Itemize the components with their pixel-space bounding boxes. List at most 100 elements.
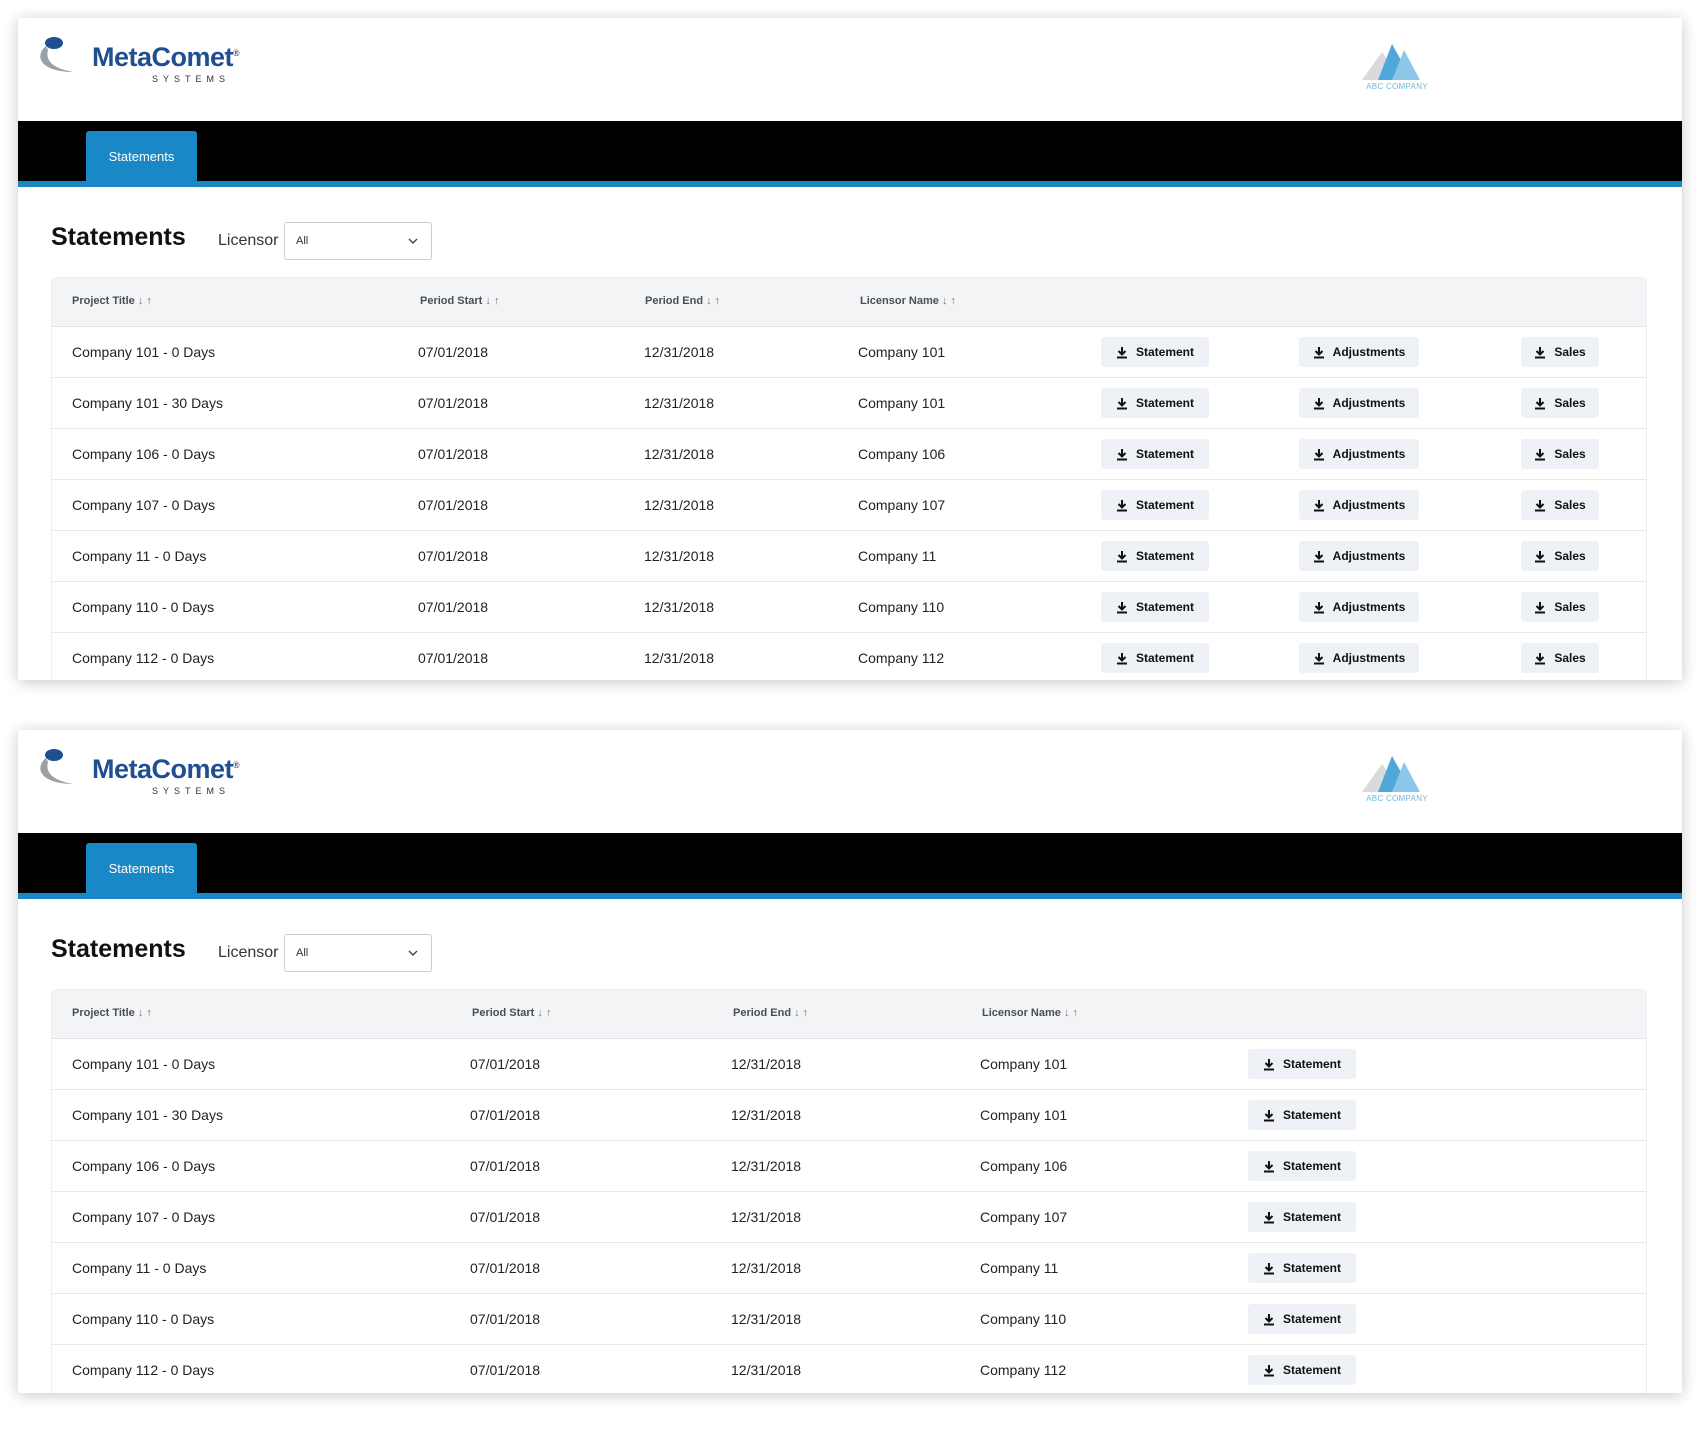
cell-period-end: 12/31/2018 <box>644 650 715 666</box>
cell-licensor-name: Company 11 <box>980 1260 1059 1276</box>
download-statement-button[interactable]: Statement <box>1101 592 1209 622</box>
sort-icon[interactable]: ↓ ↑ <box>537 1007 551 1019</box>
licensor-select[interactable]: All <box>284 934 432 972</box>
cell-period-end: 12/31/2018 <box>731 1107 802 1123</box>
download-statement-button[interactable]: Statement <box>1248 1202 1356 1232</box>
button-label: Statement <box>1282 1057 1341 1071</box>
button-label: Sales <box>1554 549 1586 563</box>
download-sales-button[interactable]: Sales <box>1521 643 1599 673</box>
brand-subtitle: SYSTEMS <box>152 786 231 796</box>
button-label: Statement <box>1282 1312 1341 1326</box>
download-statement-button[interactable]: Statement <box>1101 643 1209 673</box>
col-period-end[interactable]: Period End ↓ ↑ <box>645 295 720 307</box>
col-licensor-name[interactable]: Licensor Name ↓ ↑ <box>982 1007 1078 1019</box>
col-period-end[interactable]: Period End ↓ ↑ <box>733 1007 808 1019</box>
download-sales-button[interactable]: Sales <box>1521 439 1599 469</box>
download-statement-button[interactable]: Statement <box>1101 337 1209 367</box>
cell-licensor-name: Company 112 <box>858 650 945 666</box>
download-statement-button[interactable]: Statement <box>1101 439 1209 469</box>
table-row: Company 101 - 30 Days 07/01/2018 12/31/201… <box>52 378 1646 429</box>
download-icon <box>1534 397 1546 410</box>
sort-icon[interactable]: ↓ ↑ <box>138 1007 152 1019</box>
page-title: Statements <box>51 223 186 251</box>
download-icon <box>1263 1364 1274 1376</box>
col-project-title[interactable]: Project Title ↓ ↑ <box>72 295 152 307</box>
download-sales-button[interactable]: Sales <box>1521 541 1599 571</box>
cell-project-title: Company 106 - 0 Days <box>72 1158 216 1174</box>
sort-icon[interactable]: ↓ ↑ <box>706 295 720 307</box>
download-adjustments-button[interactable]: Adjustments <box>1299 337 1419 367</box>
button-label: Sales <box>1554 396 1586 410</box>
download-statement-button[interactable]: Statement <box>1248 1151 1356 1181</box>
download-statement-button[interactable]: Statement <box>1248 1049 1356 1079</box>
cell-period-start: 07/01/2018 <box>470 1107 541 1123</box>
download-statement-button[interactable]: Statement <box>1248 1355 1356 1385</box>
cell-licensor-name: Company 101 <box>980 1107 1068 1123</box>
metacomet-logo[interactable]: MetaComet® SYSTEMS <box>34 32 240 92</box>
col-licensor-name[interactable]: Licensor Name ↓ ↑ <box>860 295 956 307</box>
cell-period-start: 07/01/2018 <box>418 548 489 564</box>
download-sales-button[interactable]: Sales <box>1521 388 1599 418</box>
cell-period-end: 12/31/2018 <box>644 548 715 564</box>
download-adjustments-button[interactable]: Adjustments <box>1299 643 1419 673</box>
download-adjustments-button[interactable]: Adjustments <box>1299 541 1419 571</box>
sort-icon[interactable]: ↓ ↑ <box>138 295 152 307</box>
button-label: Adjustments <box>1332 651 1406 665</box>
download-statement-button[interactable]: Statement <box>1248 1100 1356 1130</box>
button-label: Adjustments <box>1332 549 1406 563</box>
cell-licensor-name: Company 101 <box>980 1056 1068 1072</box>
download-statement-button[interactable]: Statement <box>1248 1304 1356 1334</box>
download-icon <box>1313 346 1325 359</box>
cell-period-end: 12/31/2018 <box>644 497 715 513</box>
table-row: Company 107 - 0 Days 07/01/2018 12/31/2018… <box>52 1192 1646 1243</box>
download-statement-button[interactable]: Statement <box>1101 490 1209 520</box>
table-row: Company 110 - 0 Days 07/01/2018 12/31/2018… <box>52 1294 1646 1345</box>
download-icon <box>1263 1313 1275 1326</box>
download-sales-button[interactable]: Sales <box>1521 592 1599 622</box>
col-period-start[interactable]: Period Start ↓ ↑ <box>420 295 499 307</box>
download-icon <box>1535 499 1546 511</box>
tab-statements[interactable]: Statements <box>86 843 197 893</box>
sort-icon[interactable]: ↓ ↑ <box>485 295 499 307</box>
cell-licensor-name: Company 110 <box>858 599 945 615</box>
sort-icon[interactable]: ↓ ↑ <box>1064 1007 1078 1019</box>
download-statement-button[interactable]: Statement <box>1248 1253 1356 1283</box>
screen-full-actions: MetaComet® SYSTEMS ABC COMPANY Statement… <box>18 18 1682 680</box>
cell-period-end: 12/31/2018 <box>731 1311 802 1327</box>
col-period-start[interactable]: Period Start ↓ ↑ <box>472 1007 551 1019</box>
download-sales-button[interactable]: Sales <box>1521 490 1599 520</box>
cell-licensor-name: Company 106 <box>980 1158 1068 1174</box>
sort-icon[interactable]: ↓ ↑ <box>942 295 956 307</box>
download-adjustments-button[interactable]: Adjustments <box>1299 439 1419 469</box>
button-label: Statement <box>1282 1210 1341 1224</box>
sort-icon[interactable]: ↓ ↑ <box>794 1007 808 1019</box>
brand-name: MetaComet® <box>92 754 240 784</box>
chevron-down-icon <box>408 238 418 244</box>
cell-project-title: Company 101 - 0 Days <box>72 344 216 360</box>
metacomet-logo[interactable]: MetaComet® SYSTEMS <box>34 744 240 804</box>
download-adjustments-button[interactable]: Adjustments <box>1299 490 1419 520</box>
cell-project-title: Company 112 - 0 Days <box>72 650 215 666</box>
download-icon <box>1263 1160 1275 1173</box>
cell-project-title: Company 101 - 30 Days <box>72 395 223 411</box>
licensor-select-value: All <box>296 947 309 959</box>
download-adjustments-button[interactable]: Adjustments <box>1299 388 1419 418</box>
download-statement-button[interactable]: Statement <box>1101 388 1209 418</box>
abc-mountain-icon <box>1362 756 1420 792</box>
cell-licensor-name: Company 101 <box>858 395 946 411</box>
cell-project-title: Company 101 - 30 Days <box>72 1107 223 1123</box>
download-adjustments-button[interactable]: Adjustments <box>1299 592 1419 622</box>
download-statement-button[interactable]: Statement <box>1101 541 1209 571</box>
download-sales-button[interactable]: Sales <box>1521 337 1599 367</box>
licensor-select[interactable]: All <box>284 222 432 260</box>
download-icon <box>1116 397 1128 410</box>
page-toolbar: Statements Licensor All <box>18 899 1682 996</box>
cell-period-end: 12/31/2018 <box>731 1158 802 1174</box>
col-project-title[interactable]: Project Title ↓ ↑ <box>72 1007 152 1019</box>
download-icon <box>1263 1211 1275 1224</box>
download-icon <box>1535 550 1546 562</box>
download-icon <box>1534 499 1546 512</box>
tab-statements[interactable]: Statements <box>86 131 197 181</box>
statements-table: Project Title ↓ ↑ Period Start ↓ ↑ Perio… <box>51 989 1647 1393</box>
download-icon <box>1116 550 1127 562</box>
